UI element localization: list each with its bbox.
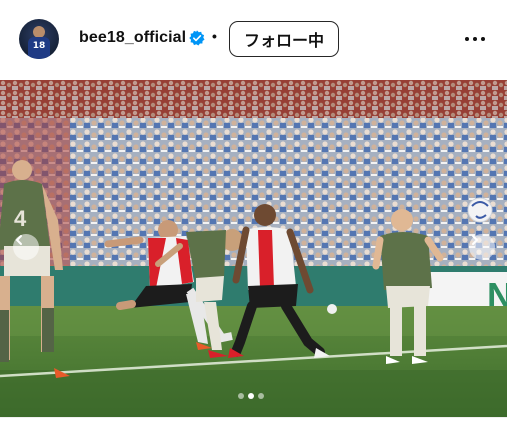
- post-photo[interactable]: N 4: [0, 80, 507, 417]
- spare-ball: [327, 304, 337, 314]
- divider: [0, 417, 507, 418]
- carousel-dot: [258, 393, 264, 399]
- header-separator: •: [212, 28, 217, 44]
- username-link[interactable]: bee18_official: [79, 29, 186, 47]
- jersey-number: 4: [14, 206, 27, 231]
- following-button[interactable]: フォロー中: [229, 21, 339, 57]
- more-dot: [465, 37, 469, 41]
- chevron-right-glyph: [472, 235, 479, 245]
- more-dot: [481, 37, 485, 41]
- post-header: 18 bee18_official • フォロー中: [0, 0, 507, 80]
- carousel-dot-active: [248, 393, 254, 399]
- chevron-right-icon[interactable]: [469, 234, 495, 260]
- carousel-dot: [238, 393, 244, 399]
- more-dot: [473, 37, 477, 41]
- more-options-icon[interactable]: [462, 28, 488, 50]
- carousel-indicator: [238, 393, 264, 399]
- chevron-left-icon[interactable]: [13, 234, 39, 260]
- verified-badge-icon: [189, 30, 205, 46]
- chevron-left-glyph: [15, 235, 22, 245]
- football-scene: N 4: [0, 80, 507, 417]
- profile-avatar[interactable]: 18: [19, 19, 59, 59]
- avatar-number: 18: [32, 41, 46, 51]
